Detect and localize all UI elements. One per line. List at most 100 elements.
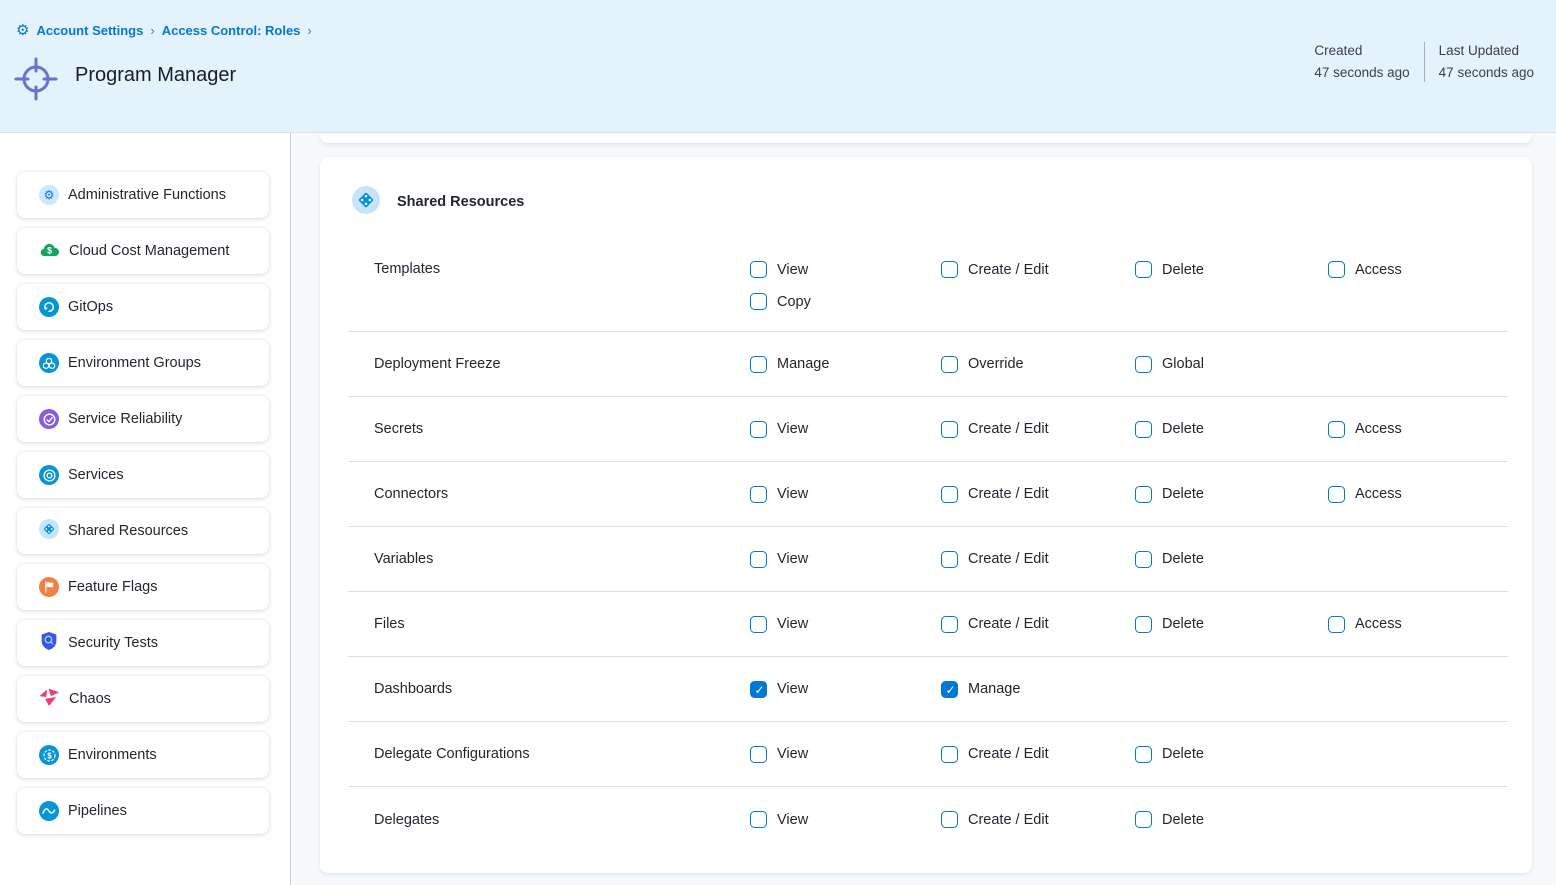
sidebar-item-services[interactable]: Services [17,452,269,498]
breadcrumb-access-control-roles[interactable]: Access Control: Roles [162,23,301,38]
delegates-delete-checkbox[interactable]: Delete [1135,811,1328,828]
connectors-delete-checkbox[interactable]: Delete [1135,486,1328,503]
checkbox-icon[interactable] [750,261,767,278]
checkbox-icon[interactable] [1135,811,1152,828]
secrets-access-checkbox[interactable]: Access [1328,421,1508,438]
variables-view-checkbox[interactable]: View [750,551,941,568]
sidebar-item-administrative-functions[interactable]: ⚙ Administrative Functions [17,172,269,218]
delegate-configurations-view-checkbox[interactable]: View [750,746,941,763]
checkbox-icon[interactable] [1135,261,1152,278]
sidebar-item-chaos[interactable]: Chaos [17,676,269,722]
created-meta: Created 47 seconds ago [1300,40,1423,84]
checkbox-icon[interactable] [750,811,767,828]
permission-row-variables: Variables View Create / Edit Delete [348,527,1508,592]
permission-row-secrets: Secrets View Create / Edit Delete Access [348,397,1508,462]
checkbox-icon[interactable] [941,681,958,698]
shared-resources-card: Shared Resources Templates View Copy Cre… [320,157,1532,873]
secrets-delete-checkbox[interactable]: Delete [1135,421,1328,438]
files-create-edit-checkbox[interactable]: Create / Edit [941,616,1135,633]
resource-label: Delegate Configurations [348,746,750,762]
section-title: Shared Resources [397,194,524,210]
sidebar-item-pipelines[interactable]: Pipelines [17,788,269,834]
checkbox-icon[interactable] [941,486,958,503]
resource-label: Secrets [348,421,750,437]
sidebar-item-feature-flags[interactable]: Feature Flags [17,564,269,610]
templates-delete-checkbox[interactable]: Delete [1135,261,1328,278]
checkbox-icon[interactable] [941,746,958,763]
secrets-view-checkbox[interactable]: View [750,421,941,438]
flag-icon [39,577,59,597]
deployment-freeze-manage-checkbox[interactable]: Manage [750,356,941,373]
checkbox-icon[interactable] [1328,486,1345,503]
delegates-create-edit-checkbox[interactable]: Create / Edit [941,811,1135,828]
files-access-checkbox[interactable]: Access [1328,616,1508,633]
last-updated-label: Last Updated [1439,40,1534,62]
checkbox-icon[interactable] [750,293,767,310]
shared-resources-diamond-icon [39,519,59,543]
connectors-view-checkbox[interactable]: View [750,486,941,503]
dashboards-view-checkbox[interactable]: View [750,681,941,698]
shield-magnifier-icon [39,631,59,655]
checkbox-icon[interactable] [1328,616,1345,633]
checkbox-icon[interactable] [1135,551,1152,568]
pipelines-flow-icon [39,801,59,821]
dashboards-manage-checkbox[interactable]: Manage [941,681,1135,698]
breadcrumb: ⚙ Account Settings › Access Control: Rol… [16,23,312,38]
checkbox-icon[interactable] [750,681,767,698]
files-delete-checkbox[interactable]: Delete [1135,616,1328,633]
checkbox-icon[interactable] [750,616,767,633]
permission-row-delegates: Delegates View Create / Edit Delete [348,787,1508,852]
checkbox-icon[interactable] [750,551,767,568]
resource-label: Variables [348,551,750,567]
role-crosshair-icon [13,54,59,109]
checkbox-icon[interactable] [941,421,958,438]
checkbox-icon[interactable] [1328,421,1345,438]
checkbox-icon[interactable] [750,421,767,438]
sidebar-item-environment-groups[interactable]: Environment Groups [17,340,269,386]
sidebar-item-environments[interactable]: $ Environments [17,732,269,778]
checkbox-icon[interactable] [941,356,958,373]
connectors-create-edit-checkbox[interactable]: Create / Edit [941,486,1135,503]
chevron-right-icon: › [307,23,311,38]
checkbox-icon[interactable] [1135,356,1152,373]
sidebar-item-shared-resources[interactable]: Shared Resources [17,508,269,554]
files-view-checkbox[interactable]: View [750,616,941,633]
resource-label: Deployment Freeze [348,356,750,372]
checkbox-icon[interactable] [750,356,767,373]
checkbox-icon[interactable] [750,746,767,763]
connectors-access-checkbox[interactable]: Access [1328,486,1508,503]
checkbox-icon[interactable] [941,551,958,568]
sidebar-item-cloud-cost-management[interactable]: $ Cloud Cost Management [17,228,269,274]
last-updated-meta: Last Updated 47 seconds ago [1425,40,1548,84]
checkbox-icon[interactable] [1135,486,1152,503]
services-target-icon [39,465,59,485]
environments-dollar-icon: $ [39,745,59,765]
created-label: Created [1314,40,1409,62]
checkbox-icon[interactable] [941,811,958,828]
delegates-view-checkbox[interactable]: View [750,811,941,828]
sidebar-item-security-tests[interactable]: Security Tests [17,620,269,666]
resource-label: Delegates [348,812,750,828]
checkbox-icon[interactable] [1135,746,1152,763]
deployment-freeze-override-checkbox[interactable]: Override [941,356,1135,373]
permission-row-delegate-configurations: Delegate Configurations View Create / Ed… [348,722,1508,787]
variables-delete-checkbox[interactable]: Delete [1135,551,1328,568]
delegate-configurations-create-edit-checkbox[interactable]: Create / Edit [941,746,1135,763]
templates-create-edit-checkbox[interactable]: Create / Edit [941,261,1135,278]
secrets-create-edit-checkbox[interactable]: Create / Edit [941,421,1135,438]
breadcrumb-account-settings[interactable]: Account Settings [36,23,143,38]
templates-copy-checkbox[interactable]: Copy [750,293,941,310]
checkbox-icon[interactable] [1328,261,1345,278]
sidebar-item-service-reliability[interactable]: Service Reliability [17,396,269,442]
deployment-freeze-global-checkbox[interactable]: Global [1135,356,1328,373]
variables-create-edit-checkbox[interactable]: Create / Edit [941,551,1135,568]
templates-access-checkbox[interactable]: Access [1328,261,1508,278]
checkbox-icon[interactable] [1135,616,1152,633]
templates-view-checkbox[interactable]: View [750,261,941,278]
checkbox-icon[interactable] [941,261,958,278]
sidebar-item-gitops[interactable]: GitOps [17,284,269,330]
checkbox-icon[interactable] [941,616,958,633]
checkbox-icon[interactable] [750,486,767,503]
checkbox-icon[interactable] [1135,421,1152,438]
delegate-configurations-delete-checkbox[interactable]: Delete [1135,746,1328,763]
